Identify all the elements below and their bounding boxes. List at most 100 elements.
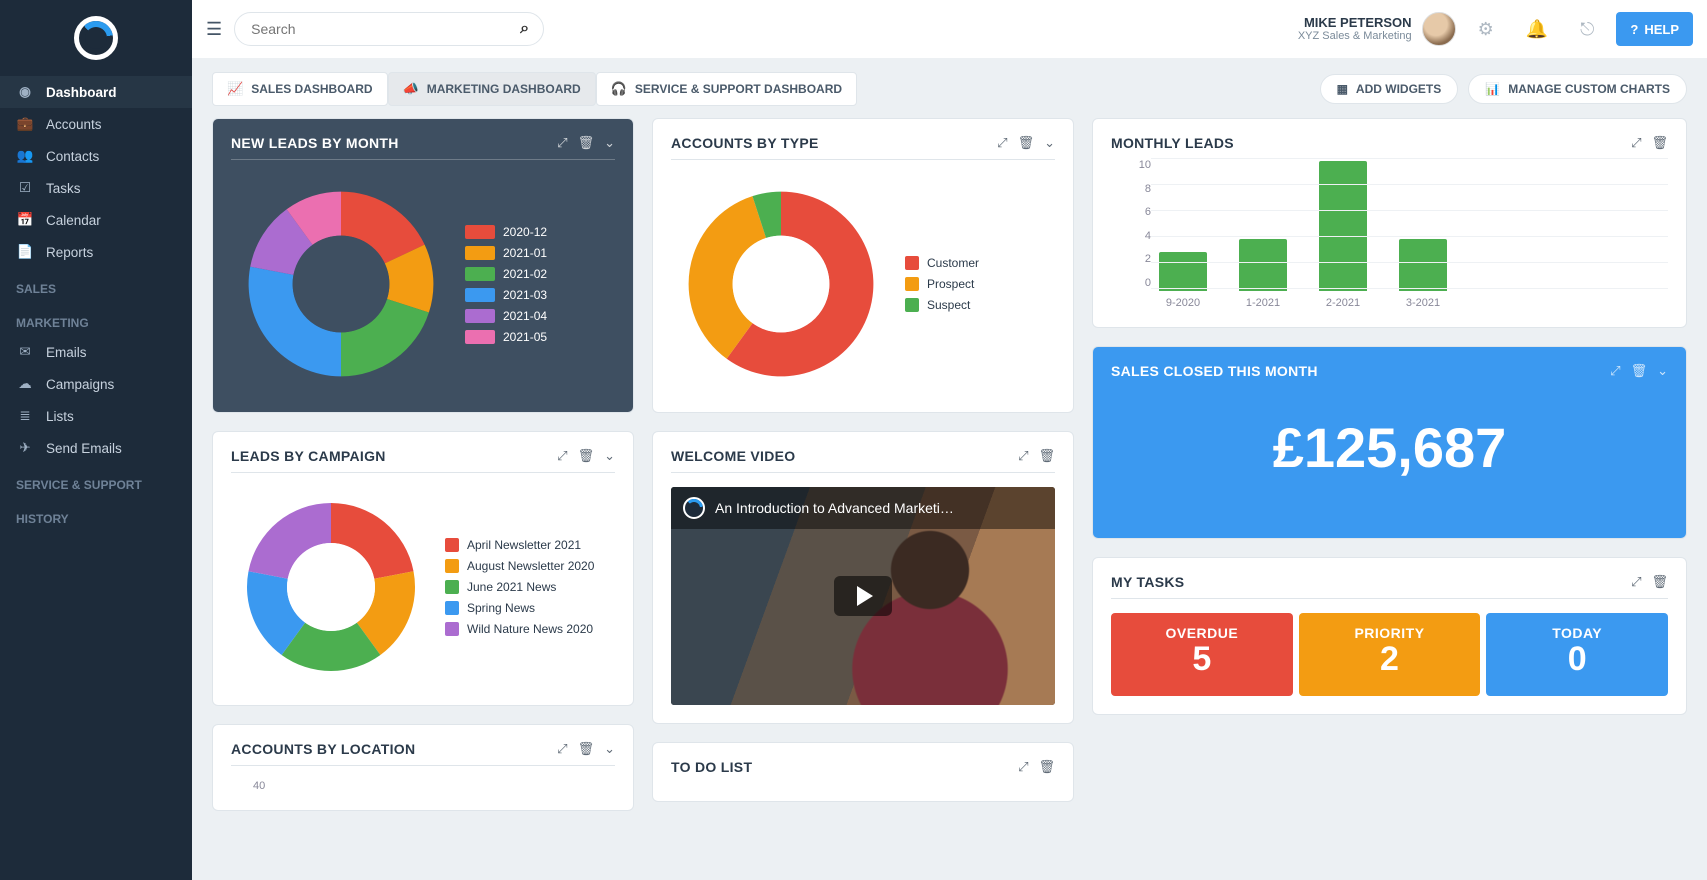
accounts-type-legend: Customer Prospect Suspect xyxy=(905,256,979,312)
headset-icon: 🎧 xyxy=(611,81,627,97)
topbar: ☰ ⌕ MIKE PETERSON XYZ Sales & Marketing … xyxy=(192,0,1707,58)
sidebar-section-service-support[interactable]: SERVICE & SUPPORT xyxy=(0,464,192,498)
search-input[interactable] xyxy=(249,20,520,38)
user-name: MIKE PETERSON xyxy=(1298,16,1412,30)
chevron-down-icon[interactable]: ⌄ xyxy=(1044,135,1055,151)
tab-sales-dashboard[interactable]: 📈SALES DASHBOARD xyxy=(212,72,388,106)
legend-item: Spring News xyxy=(445,601,594,615)
tab-service-support-dashboard[interactable]: 🎧SERVICE & SUPPORT DASHBOARD xyxy=(596,72,857,106)
sidebar-item-label: Reports xyxy=(46,245,93,260)
legend-swatch xyxy=(445,601,459,615)
sidebar: ◉Dashboard💼Accounts👥Contacts☑Tasks📅Calen… xyxy=(0,0,192,880)
legend-label: Customer xyxy=(927,256,979,270)
expand-icon[interactable]: ⤢ xyxy=(1631,574,1641,590)
sidebar-item-label: Tasks xyxy=(46,181,81,196)
sidebar-item-emails[interactable]: ✉Emails xyxy=(0,336,192,368)
play-icon[interactable] xyxy=(834,576,892,616)
chart-icon: 📈 xyxy=(227,81,243,97)
expand-icon[interactable]: ⤢ xyxy=(557,741,567,757)
delete-icon[interactable]: 🗑 xyxy=(1651,135,1668,151)
card-title: MONTHLY LEADS xyxy=(1111,135,1234,151)
sidebar-item-calendar[interactable]: 📅Calendar xyxy=(0,204,192,236)
help-button[interactable]: ? HELP xyxy=(1616,12,1693,46)
legend-label: April Newsletter 2021 xyxy=(467,538,581,552)
delete-icon[interactable]: 🗑 xyxy=(1651,574,1668,590)
sidebar-item-tasks[interactable]: ☑Tasks xyxy=(0,172,192,204)
delete-icon[interactable]: 🗑 xyxy=(578,135,595,151)
y-tick: 8 xyxy=(1111,183,1151,195)
expand-icon[interactable]: ⤢ xyxy=(1018,448,1028,464)
manage-charts-button[interactable]: 📊 MANAGE CUSTOM CHARTS xyxy=(1468,74,1687,104)
add-widgets-label: ADD WIDGETS xyxy=(1356,82,1441,96)
legend-item: 2021-05 xyxy=(465,330,547,344)
tile-value: 0 xyxy=(1486,641,1668,678)
video-player[interactable]: An Introduction to Advanced Marketi… xyxy=(671,487,1055,705)
sidebar-item-label: Campaigns xyxy=(46,377,114,392)
sidebar-section-marketing[interactable]: MARKETING xyxy=(0,302,192,336)
chevron-down-icon[interactable]: ⌄ xyxy=(604,741,615,757)
sidebar-item-campaigns[interactable]: ☁Campaigns xyxy=(0,368,192,400)
y-tick: 40 xyxy=(231,780,615,792)
legend-swatch xyxy=(905,277,919,291)
card-title: TO DO LIST xyxy=(671,759,752,775)
sidebar-item-lists[interactable]: ≣Lists xyxy=(0,400,192,432)
sidebar-item-accounts[interactable]: 💼Accounts xyxy=(0,108,192,140)
legend-item: Prospect xyxy=(905,277,979,291)
expand-icon[interactable]: ⤢ xyxy=(557,448,567,464)
delete-icon[interactable]: 🗑 xyxy=(1038,759,1055,775)
notifications-icon[interactable]: 🔔 xyxy=(1526,19,1548,40)
chevron-down-icon[interactable]: ⌄ xyxy=(604,448,615,464)
chevron-down-icon[interactable]: ⌄ xyxy=(1657,363,1668,379)
delete-icon[interactable]: 🗑 xyxy=(1038,448,1055,464)
tile-overdue[interactable]: OVERDUE 5 xyxy=(1111,613,1293,696)
card-title: LEADS BY CAMPAIGN xyxy=(231,448,386,464)
sidebar-section-sales[interactable]: SALES xyxy=(0,268,192,302)
avatar[interactable] xyxy=(1422,12,1456,46)
tab-marketing-dashboard[interactable]: 📣MARKETING DASHBOARD xyxy=(388,72,596,106)
settings-icon[interactable]: ⚙ xyxy=(1478,19,1494,40)
sidebar-item-reports[interactable]: 📄Reports xyxy=(0,236,192,268)
legend-item: 2021-02 xyxy=(465,267,547,281)
menu-toggle-icon[interactable]: ☰ xyxy=(206,19,222,40)
card-new-leads: NEW LEADS BY MONTH ⤢ 🗑 ⌄ 2020-122021-012… xyxy=(212,118,634,413)
tile-today[interactable]: TODAY 0 xyxy=(1486,613,1668,696)
monthly-leads-chart: 1086420 9-20201-20212-20213-2021 xyxy=(1111,159,1668,309)
sidebar-item-send-emails[interactable]: ✈Send Emails xyxy=(0,432,192,464)
legend-label: 2021-05 xyxy=(503,330,547,344)
y-tick: 4 xyxy=(1111,230,1151,242)
legend-label: Suspect xyxy=(927,298,970,312)
legend-swatch xyxy=(445,538,459,552)
logout-icon[interactable]: ⎋ xyxy=(1580,19,1594,40)
delete-icon[interactable]: 🗑 xyxy=(1631,363,1648,379)
legend-item: 2021-04 xyxy=(465,309,547,323)
card-title: NEW LEADS BY MONTH xyxy=(231,135,399,151)
sidebar-item-dashboard[interactable]: ◉Dashboard xyxy=(0,76,192,108)
tile-label: OVERDUE xyxy=(1111,625,1293,641)
list-icon: ≣ xyxy=(16,408,34,424)
legend-swatch xyxy=(445,559,459,573)
tile-value: 5 xyxy=(1111,641,1293,678)
expand-icon[interactable]: ⤢ xyxy=(997,135,1007,151)
search-field[interactable]: ⌕ xyxy=(234,12,544,46)
sidebar-item-contacts[interactable]: 👥Contacts xyxy=(0,140,192,172)
expand-icon[interactable]: ⤢ xyxy=(1018,759,1028,775)
add-widgets-button[interactable]: ▦ ADD WIDGETS xyxy=(1320,74,1459,104)
legend-label: Spring News xyxy=(467,601,535,615)
delete-icon[interactable]: 🗑 xyxy=(578,448,595,464)
delete-icon[interactable]: 🗑 xyxy=(578,741,595,757)
delete-icon[interactable]: 🗑 xyxy=(1018,135,1035,151)
tile-priority[interactable]: PRIORITY 2 xyxy=(1299,613,1481,696)
expand-icon[interactable]: ⤢ xyxy=(1610,363,1620,379)
sidebar-item-label: Send Emails xyxy=(46,441,122,456)
help-icon: ? xyxy=(1630,22,1638,37)
sales-closed-value: £125,687 xyxy=(1111,387,1668,520)
user-block[interactable]: MIKE PETERSON XYZ Sales & Marketing xyxy=(1298,12,1456,46)
expand-icon[interactable]: ⤢ xyxy=(557,135,567,151)
users-icon: 👥 xyxy=(16,148,34,164)
legend-swatch xyxy=(465,246,495,260)
expand-icon[interactable]: ⤢ xyxy=(1631,135,1641,151)
new-leads-legend: 2020-122021-012021-022021-032021-042021-… xyxy=(465,225,547,344)
chevron-down-icon[interactable]: ⌄ xyxy=(604,135,615,151)
search-icon[interactable]: ⌕ xyxy=(520,20,529,38)
sidebar-section-history[interactable]: HISTORY xyxy=(0,498,192,532)
